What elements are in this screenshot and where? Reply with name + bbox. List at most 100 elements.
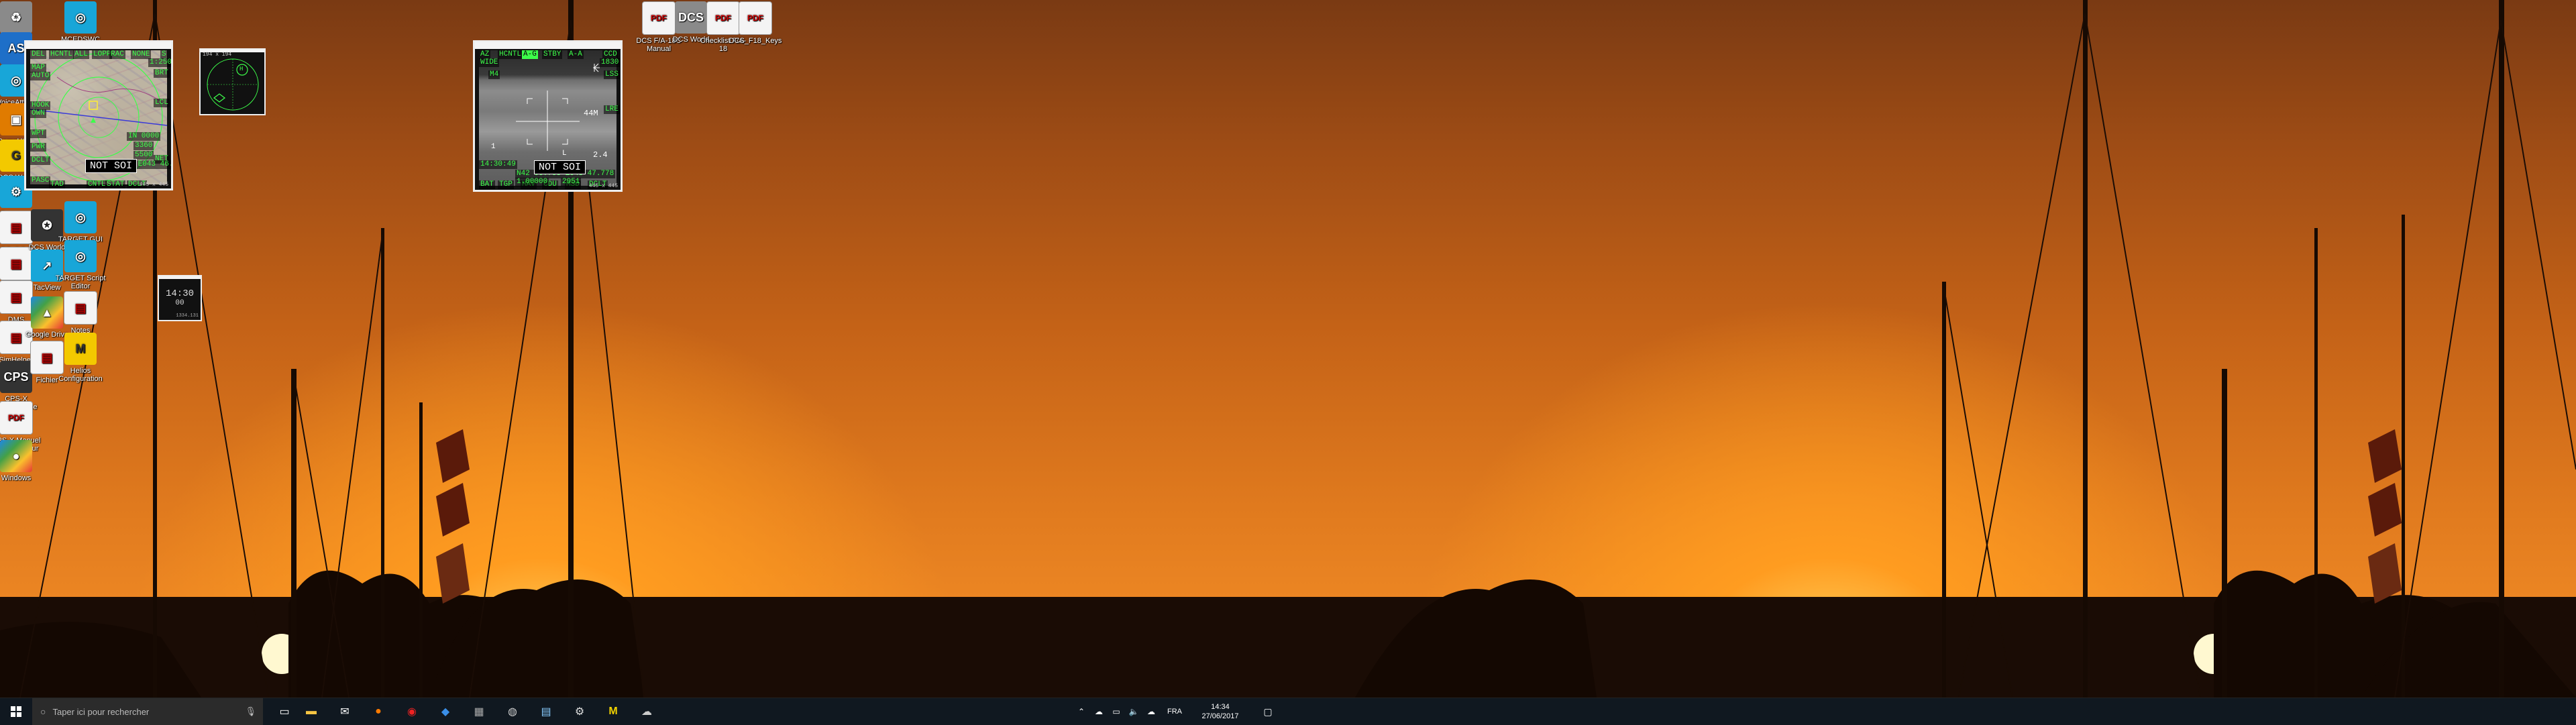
search-placeholder: Taper ici pour rechercher xyxy=(52,706,150,717)
osb-button[interactable]: LSS xyxy=(604,70,620,79)
osb-button[interactable]: HCNTL xyxy=(49,50,74,59)
tray-cloud-icon[interactable]: ☁ xyxy=(1091,698,1107,725)
laser-indicator: L xyxy=(562,150,567,158)
desktop-icon[interactable]: ● Windows xyxy=(0,440,43,482)
osb-button[interactable]: 1830 xyxy=(600,58,621,67)
app-icon: ◎ xyxy=(64,240,97,272)
window-size-label: 445 x 445 xyxy=(588,183,618,189)
app-m-icon[interactable]: M xyxy=(597,698,629,725)
app-globe-icon[interactable]: ◍ xyxy=(496,698,529,725)
desktop-icon-label: Helios Configuration xyxy=(58,367,103,383)
volume-icon[interactable]: 🔈 xyxy=(1126,698,1142,725)
desktop-icon[interactable]: ▤ Notes xyxy=(54,291,107,335)
windows-logo-icon xyxy=(11,706,21,717)
osb-button[interactable]: DEL xyxy=(30,50,46,59)
file-explorer-icon[interactable]: ▬ xyxy=(295,698,327,725)
flir-elevation: 2951 xyxy=(561,178,582,186)
osb-button[interactable]: 1:250K xyxy=(148,58,171,67)
osb-button[interactable]: AUTO xyxy=(30,72,51,80)
osb-button[interactable]: RAC xyxy=(109,50,125,59)
search-box[interactable]: ○ Taper ici pour rechercher 🎙 xyxy=(32,698,263,725)
osb-button[interactable]: TGP xyxy=(498,180,514,189)
target-index: 1 xyxy=(491,143,496,151)
start-button[interactable] xyxy=(0,698,32,725)
search-icon: ○ xyxy=(40,706,46,717)
radar-marker: H xyxy=(239,66,244,72)
window-titlebar[interactable] xyxy=(159,276,201,279)
mini-radar-window[interactable]: H 194 x 194 xyxy=(199,48,266,115)
right-monitor-wallpaper xyxy=(1288,0,2576,724)
desktop-icon[interactable]: ◎ TARGET GUI xyxy=(54,201,107,243)
microphone-icon[interactable]: 🎙 xyxy=(245,706,256,717)
osb-button[interactable]: BRT xyxy=(154,69,170,78)
osb-button[interactable]: TAD xyxy=(49,180,65,188)
settings-icon[interactable]: ⚙ xyxy=(564,698,596,725)
clock-time-tray[interactable]: 14:34 xyxy=(1190,702,1250,712)
osb-button[interactable]: STBY xyxy=(542,50,563,59)
recycle-bin-icon: ♻ xyxy=(0,1,32,34)
osb-button[interactable]: LCL xyxy=(154,99,170,107)
osb-button[interactable]: HCNTL xyxy=(498,50,523,59)
flir-time: 14:30:49 xyxy=(479,160,517,169)
window-titlebar[interactable] xyxy=(475,42,621,49)
range-readout: 44M xyxy=(584,109,598,118)
osb-button[interactable]: CNTL xyxy=(87,180,107,188)
app-icon: ● xyxy=(0,440,32,472)
app-red-icon[interactable]: ◉ xyxy=(396,698,428,725)
clock-date-tray[interactable]: 27/06/2017 xyxy=(1190,712,1250,721)
pdf-icon: PDF xyxy=(739,1,772,35)
clock-widget[interactable]: 14:30 00 1334.131 xyxy=(158,275,202,321)
osb-button[interactable]: A-A xyxy=(568,50,584,59)
app-icon: M xyxy=(64,333,97,365)
osb-button[interactable]: ALL xyxy=(73,50,89,59)
language-indicator[interactable]: FRA xyxy=(1165,707,1185,716)
app-gray-icon[interactable]: ▦ xyxy=(463,698,495,725)
mfd-left-window[interactable]: DEL HCNTL ALL LOPP RAC NONE S MAP AUTO HOOK OWN WP… xyxy=(24,40,173,190)
desktop-icon[interactable]: PDF DCS_F18_Keys xyxy=(729,1,782,45)
desktop-icon-label: DCS_F18_Keys xyxy=(729,37,782,45)
heading-readout: IN 0000 xyxy=(127,132,161,141)
desktop-icon[interactable]: ◎ TARGET Script Editor xyxy=(54,240,107,290)
clock-seconds: 00 xyxy=(175,299,184,307)
file-icon: ▤ xyxy=(64,291,97,325)
osb-button[interactable]: WPT xyxy=(30,129,46,138)
left-monitor-wallpaper xyxy=(0,0,1288,724)
sunset-masts-scene-right xyxy=(1288,0,2576,698)
notification-center-icon[interactable]: ▢ xyxy=(1254,698,1281,725)
app-doc-icon[interactable]: ▤ xyxy=(530,698,562,725)
osb-button[interactable]: LRE xyxy=(604,105,620,114)
firefox-icon[interactable]: ● xyxy=(362,698,394,725)
osb-button[interactable]: BAT xyxy=(479,180,495,189)
osb-button[interactable]: WIDE xyxy=(479,58,500,67)
onedrive-icon[interactable]: ☁ xyxy=(1143,698,1159,725)
mail-icon[interactable]: ✉ xyxy=(329,698,361,725)
altitude-readout: 3360 xyxy=(133,142,154,150)
osb-button[interactable]: PWR xyxy=(30,143,46,152)
window-size-label: 194 x 194 xyxy=(203,52,232,58)
mfd-right-window[interactable]: AZ HCNTL A-G STBY A-A CCD WIDE M4 1830 LSS LRE B… xyxy=(473,40,623,192)
osb-button[interactable]: M4 xyxy=(488,70,500,79)
tray-chevron-icon[interactable]: ⌃ xyxy=(1073,698,1089,725)
app-blue-icon[interactable]: ◆ xyxy=(429,698,462,725)
clock-footer: 1334.131 xyxy=(176,313,199,319)
zoom-readout: 2.4 xyxy=(593,150,608,160)
app-icon: ◎ xyxy=(64,1,97,34)
osb-button[interactable]: A-G xyxy=(522,50,538,59)
osb-button[interactable]: OWN xyxy=(30,109,46,118)
window-titlebar[interactable] xyxy=(26,42,171,49)
not-soi-label: NOT SOI xyxy=(534,160,586,174)
osb-button[interactable]: STAT xyxy=(105,180,126,188)
not-soi-label: NOT SOI xyxy=(85,159,138,173)
flir-ratio: 1.00000 xyxy=(515,178,549,186)
app-icon: ◎ xyxy=(64,201,97,233)
osb-button[interactable]: DCLT xyxy=(30,156,51,165)
window-size-label: 445 x 445 xyxy=(139,182,168,188)
app-cloud-icon[interactable]: ☁ xyxy=(631,698,663,725)
desktop-icon-label: Windows xyxy=(1,474,32,482)
clock-time: 14:30 xyxy=(165,288,194,299)
taskbar: ○ Taper ici pour rechercher 🎙 ▭ ▬ ✉ ● ◉ … xyxy=(0,698,1288,725)
radar-scope xyxy=(207,58,259,111)
osb-button[interactable]: PASC xyxy=(30,176,51,185)
network-icon[interactable]: ▭ xyxy=(1108,698,1124,725)
desktop-icon[interactable]: M Helios Configuration xyxy=(54,333,107,383)
